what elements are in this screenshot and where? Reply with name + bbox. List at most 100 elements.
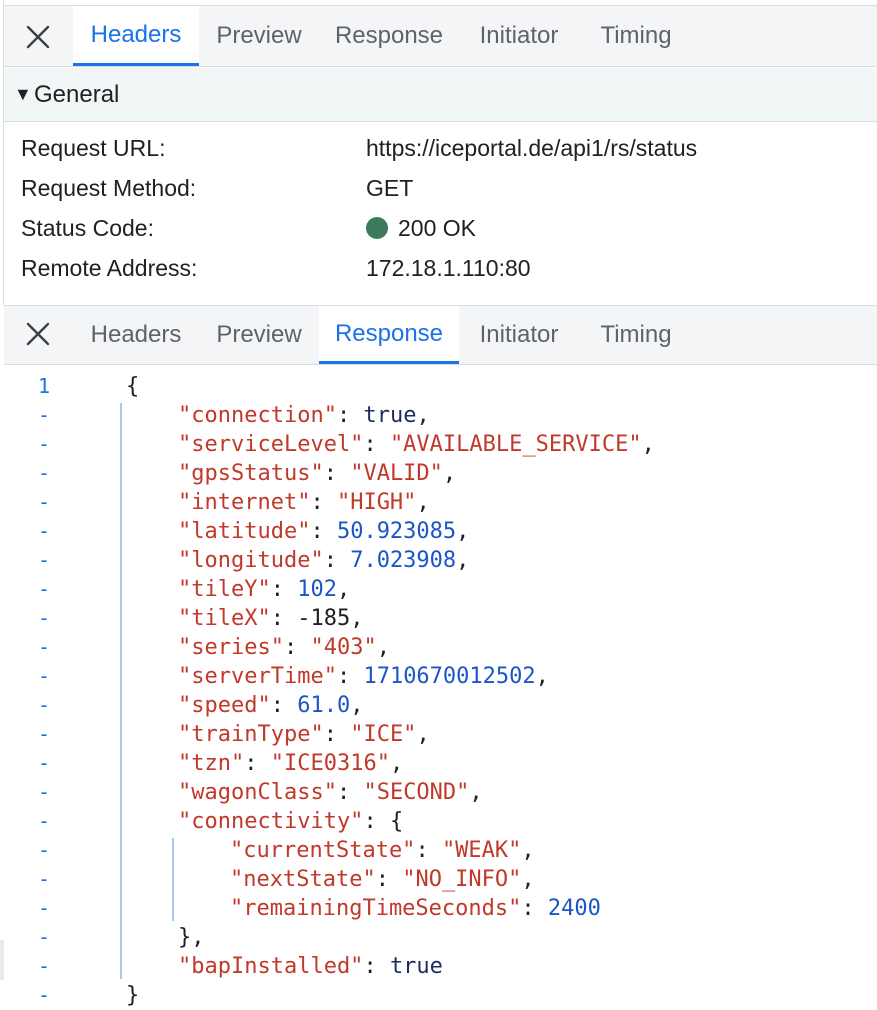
line-number: - [37, 577, 51, 601]
json-comma: , [641, 432, 655, 457]
json-comma: , [350, 606, 364, 631]
collapse-triangle-icon: ▼ [14, 84, 32, 104]
json-line: "remainingTimeSeconds": 2400 [230, 894, 601, 923]
json-colon: : [415, 838, 442, 863]
json-open-brace: { [389, 809, 404, 834]
json-line: "serverTime": 1710670012502, [178, 662, 549, 691]
tab-headers[interactable]: Headers [73, 306, 199, 364]
json-comma: , [535, 664, 549, 689]
json-line: "longitude": 7.023908, [178, 546, 469, 575]
tab-response[interactable]: Response [319, 306, 459, 364]
json-string-value: "WEAK" [441, 838, 522, 863]
tab-timing[interactable]: Timing [579, 6, 693, 66]
json-colon: : [336, 780, 364, 805]
request-method-label: Request Method: [21, 174, 197, 201]
line-number: - [37, 867, 51, 891]
json-number-value: 61.0 [297, 693, 351, 718]
line-number: - [37, 461, 51, 485]
json-line: "serviceLevel": "AVAILABLE_SERVICE", [178, 430, 655, 459]
tab-headers[interactable]: Headers [73, 6, 199, 66]
json-close-brace: } [126, 983, 140, 1008]
json-colon: : [375, 867, 403, 892]
tab-timing[interactable]: Timing [579, 306, 693, 364]
line-number: - [37, 519, 51, 543]
json-line: }, [178, 923, 205, 952]
json-key: "tileY" [178, 577, 271, 602]
json-comma: , [521, 867, 535, 892]
json-colon: : [310, 519, 337, 544]
json-comma: , [336, 577, 351, 602]
json-string-value: "AVAILABLE_SERVICE" [389, 432, 642, 457]
json-line: "bapInstalled": true [178, 952, 443, 981]
tab-initiator[interactable]: Initiator [459, 6, 579, 66]
bottom-tab-bar: Headers Preview Response Initiator Timin… [4, 305, 877, 365]
status-code-value: 200 OK [366, 215, 476, 242]
json-key: "wagonClass" [178, 780, 337, 805]
json-string-value: "HIGH" [336, 490, 417, 515]
json-colon: : [521, 896, 548, 921]
json-string-value: "ICE" [350, 722, 417, 747]
json-key: "tileX" [178, 606, 271, 631]
line-number: 1 [37, 374, 51, 398]
request-url-row: Request URL: https://iceportal.de/api1/r… [21, 128, 861, 168]
json-colon: : [310, 490, 337, 515]
close-icon[interactable] [18, 17, 58, 57]
tab-response[interactable]: Response [319, 6, 459, 66]
json-key: "internet" [178, 490, 311, 515]
line-number: - [37, 896, 51, 920]
indent-guide [120, 403, 122, 979]
json-colon: : [363, 432, 390, 457]
json-key: "bapInstalled" [178, 954, 364, 979]
json-comma: , [469, 780, 483, 805]
json-comma: , [416, 403, 430, 428]
remote-address-row: Remote Address: 172.18.1.110:80 [21, 248, 861, 288]
json-line: } [126, 981, 139, 1010]
json-line: "nextState": "NO_INFO", [230, 865, 535, 894]
json-number-value: 102 [297, 577, 337, 602]
tab-preview[interactable]: Preview [199, 6, 319, 66]
close-icon[interactable] [18, 314, 58, 354]
json-line: "connectivity": { [178, 807, 403, 836]
json-colon: : [363, 809, 390, 834]
status-code-label: Status Code: [21, 214, 154, 241]
json-colon: : [336, 664, 364, 689]
json-colon: : [283, 635, 311, 660]
json-key: "latitude" [178, 519, 311, 544]
tab-preview[interactable]: Preview [199, 306, 319, 364]
json-line: "currentState": "WEAK", [230, 836, 535, 865]
tab-initiator[interactable]: Initiator [459, 306, 579, 364]
json-key: "connection" [178, 403, 337, 428]
request-url-value: https://iceportal.de/api1/rs/status [366, 134, 698, 161]
line-number: - [37, 432, 51, 456]
json-key: "currentState" [230, 838, 416, 863]
json-key: "tzn" [178, 751, 245, 776]
request-method-value: GET [366, 174, 414, 201]
json-line: "speed": 61.0, [178, 691, 363, 720]
json-colon: : [270, 693, 298, 718]
scroll-edge-mark [0, 940, 4, 980]
line-number: - [37, 780, 51, 804]
json-colon: : [244, 751, 271, 776]
json-number-value: 2400 [547, 896, 601, 921]
json-close-brace: }, [178, 925, 205, 950]
line-number: - [37, 925, 51, 949]
json-comma: , [376, 635, 390, 660]
status-code-row: Status Code: 200 OK [21, 208, 861, 248]
line-number: - [37, 983, 51, 1007]
line-number: - [37, 722, 51, 746]
json-colon: : [363, 954, 390, 979]
json-string-value: "VALID" [350, 461, 443, 486]
json-string-value: "SECOND" [363, 780, 470, 805]
line-number: - [37, 403, 51, 427]
json-string-value: "NO_INFO" [402, 867, 522, 892]
json-line: "latitude": 50.923085, [178, 517, 469, 546]
json-line: "wagonClass": "SECOND", [178, 778, 483, 807]
json-open-brace: { [126, 374, 140, 399]
response-code-viewer[interactable]: 1 { - "connection": true, - "serviceLevel": "… [4, 366, 877, 1010]
json-line: "trainType": "ICE", [178, 720, 430, 749]
general-section-header[interactable]: ▼ General [4, 68, 877, 122]
json-keyword-value: true [389, 954, 443, 979]
general-section-title: General [34, 80, 120, 108]
json-key: "series" [178, 635, 284, 660]
json-line: "gpsStatus": "VALID", [178, 459, 456, 488]
